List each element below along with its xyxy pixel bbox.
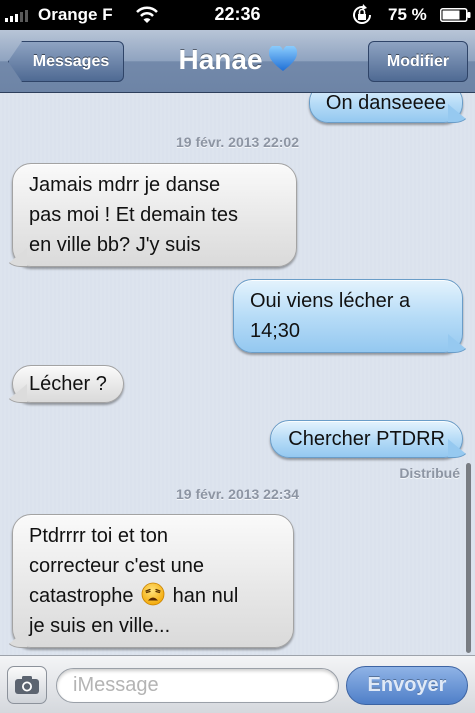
message-line: en ville bb? J'y suis [29,234,201,256]
message-line: Ptdrrrr toi et ton [29,525,168,547]
delivery-status: Distribué [399,465,460,481]
message-text: han nul [172,585,239,607]
message-line: je suis en ville... [29,615,171,637]
message-line: Oui viens lécher a [250,290,411,312]
message-bubble-received[interactable]: Ptdrrrr toi et ton correcteur c'est une … [12,514,294,648]
message-line: pas moi ! Et demain tes [29,204,238,226]
message-line: 14;30 [250,320,301,342]
message-bubble-sent[interactable]: Oui viens lécher a 14;30 [233,279,463,353]
rotation-lock-icon [353,4,372,24]
message-text: Chercher PTDRR [288,428,445,450]
message-line: catastrophe han nul [29,581,277,611]
edit-button[interactable]: Modifier [368,41,468,82]
scrollbar[interactable] [466,463,471,653]
message-text: On danseeee [325,93,446,114]
blue-heart-icon [268,46,297,71]
message-text: Lécher ? [29,373,107,395]
send-button-label: Envoyer [367,674,447,696]
conversation-thread[interactable]: On danseeee 19 févr. 2013 22:02 Jamais m… [0,93,475,655]
camera-button[interactable] [7,666,47,704]
message-input[interactable] [56,668,339,703]
message-timestamp: 19 févr. 2013 22:02 [176,134,299,150]
message-bubble-received[interactable]: Jamais mdrr je danse pas moi ! Et demain… [12,163,297,267]
battery-percent: 75 % [388,5,427,24]
message-bubble-sent[interactable]: Chercher PTDRR [270,420,463,458]
message-timestamp: 19 févr. 2013 22:34 [176,486,299,502]
camera-icon [15,676,39,694]
send-button[interactable]: Envoyer [346,666,468,705]
status-bar: Orange F 22:36 75 % [0,0,475,30]
message-text: catastrophe [29,585,134,607]
nav-bar: Messages Hanae Modifier [0,30,475,93]
message-bubble-received[interactable]: Lécher ? [12,365,124,403]
weary-face-emoji-icon [141,582,165,606]
edit-button-label: Modifier [386,52,450,70]
message-line: correcteur c'est une [29,555,205,577]
battery-icon [440,8,471,22]
contact-name: Hanae [178,44,263,75]
compose-bar: Envoyer [0,655,475,713]
message-line: Jamais mdrr je danse [29,174,221,196]
message-bubble-sent[interactable]: On danseeee [308,93,463,123]
